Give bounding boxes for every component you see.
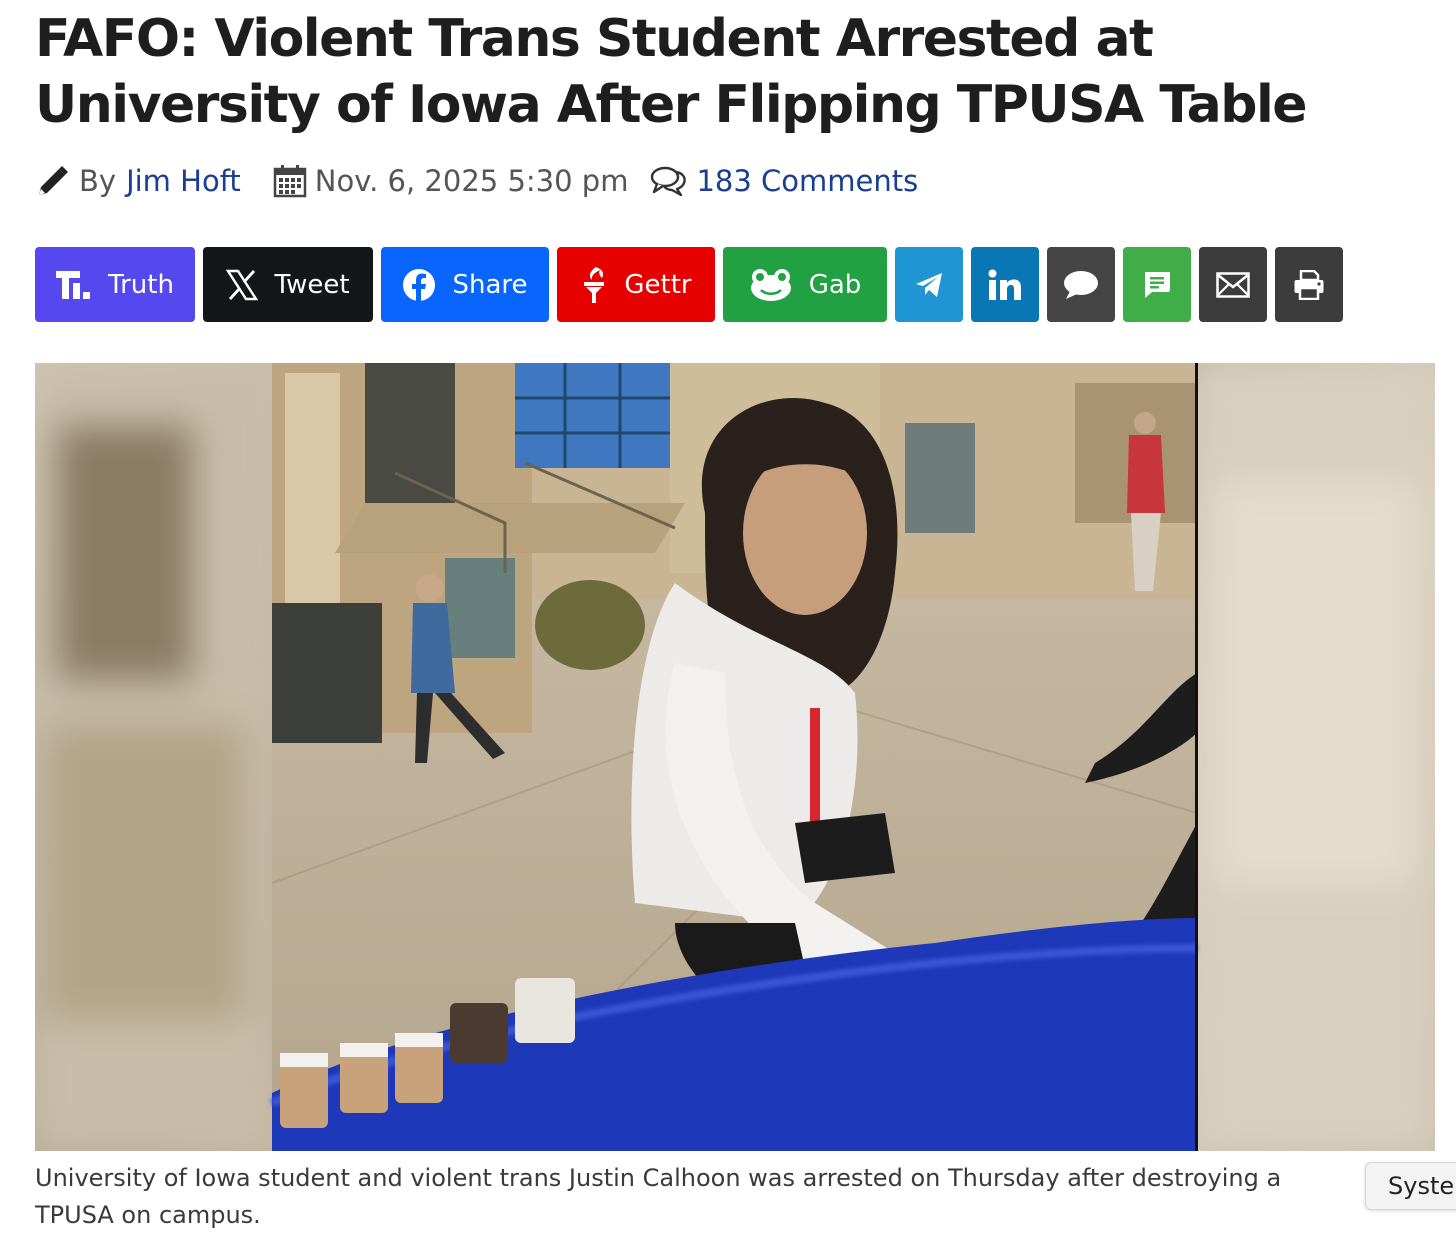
article-headline: FAFO: Violent Trans Student Arrested at … bbox=[35, 9, 1308, 135]
facebook-share-button[interactable]: Share bbox=[381, 247, 549, 322]
comments-icon bbox=[650, 165, 688, 197]
article-photo bbox=[35, 363, 1435, 1151]
x-icon bbox=[226, 269, 259, 301]
gettr-icon bbox=[580, 265, 608, 305]
gab-icon bbox=[749, 268, 793, 302]
facebook-icon bbox=[402, 268, 436, 302]
system-badge-label: System bbox=[1388, 1172, 1456, 1200]
byline-prefix: By bbox=[79, 164, 117, 198]
telegram-share-button[interactable] bbox=[895, 247, 963, 322]
sms-share-button[interactable] bbox=[1047, 247, 1115, 322]
linkedin-share-button[interactable] bbox=[971, 247, 1039, 322]
truth-label: Truth bbox=[108, 269, 174, 300]
email-share-button[interactable] bbox=[1199, 247, 1267, 322]
chat-bubble-icon bbox=[1062, 269, 1100, 301]
telegram-icon bbox=[914, 271, 944, 299]
article-meta: By Jim Hoft Nov. 6, 2025 5:30 pm 183 Com… bbox=[35, 158, 918, 204]
linkedin-icon bbox=[988, 269, 1022, 301]
envelope-icon bbox=[1216, 271, 1250, 298]
photo-caption: University of Iowa student and violent t… bbox=[35, 1164, 1282, 1229]
truth-share-button[interactable]: Truth bbox=[35, 247, 195, 322]
gab-label: Gab bbox=[808, 269, 862, 300]
gab-share-button[interactable]: Gab bbox=[723, 247, 887, 322]
system-badge[interactable]: System bbox=[1365, 1162, 1456, 1210]
calendar-icon bbox=[273, 164, 307, 198]
gettr-label: Gettr bbox=[624, 269, 692, 300]
share-label: Share bbox=[452, 269, 528, 300]
publish-date: Nov. 6, 2025 5:30 pm bbox=[314, 164, 629, 198]
printer-icon bbox=[1293, 269, 1325, 300]
tweet-share-button[interactable]: Tweet bbox=[203, 247, 373, 322]
pencil-icon bbox=[35, 163, 71, 199]
photo-illustration bbox=[35, 363, 1435, 1151]
gettr-share-button[interactable]: Gettr bbox=[557, 247, 715, 322]
message-icon bbox=[1142, 270, 1172, 300]
comments-link[interactable]: 183 Comments bbox=[696, 164, 918, 198]
print-button[interactable] bbox=[1275, 247, 1343, 322]
tweet-label: Tweet bbox=[274, 269, 350, 300]
share-bar: Truth Tweet Share Gettr Gab bbox=[35, 247, 1343, 322]
messages-share-button[interactable] bbox=[1123, 247, 1191, 322]
truth-social-icon bbox=[56, 269, 92, 301]
author-link[interactable]: Jim Hoft bbox=[126, 164, 241, 198]
